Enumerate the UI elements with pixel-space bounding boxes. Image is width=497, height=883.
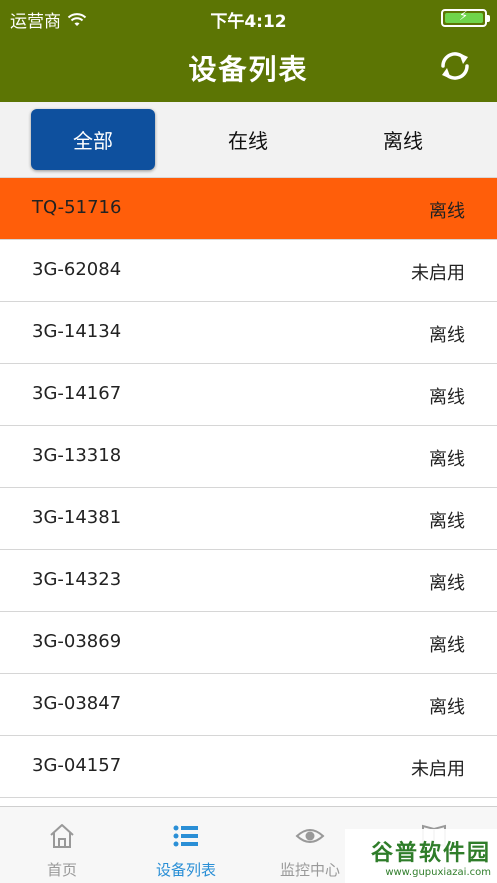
device-id: TQ-51716 (32, 197, 122, 218)
tab-label: 首页 (46, 861, 77, 879)
device-id: 3G-62084 (32, 259, 122, 280)
device-row[interactable]: 3G-13318 离线 (0, 426, 497, 488)
tab-device-list[interactable]: 设备列表 (124, 807, 248, 883)
device-row[interactable]: 3G-04157 未启用 (0, 736, 497, 798)
device-row[interactable]: 3G-14381 离线 (0, 488, 497, 550)
tab-home[interactable]: 首页 (0, 807, 124, 883)
device-status: 离线 (429, 511, 465, 532)
device-status: 离线 (429, 387, 465, 408)
device-id: 3G-03847 (32, 693, 122, 714)
device-status: 离线 (429, 201, 465, 222)
device-row[interactable]: 3G-03847 离线 (0, 674, 497, 736)
segment-online[interactable]: 在线 (186, 109, 310, 170)
site-watermark: 谷普软件园 www.gupuxiazai.com (345, 829, 497, 883)
page-title: 设备列表 (188, 53, 309, 86)
status-bar: 运营商 下午4:12 ⚡ (0, 0, 497, 34)
charging-bolt-icon: ⚡ (459, 9, 469, 24)
eye-icon (295, 829, 325, 843)
device-row[interactable]: 3G-14323 离线 (0, 550, 497, 612)
device-status: 未启用 (411, 263, 465, 284)
filter-segment: 全部 在线 离线 (0, 102, 497, 178)
home-icon (50, 824, 74, 848)
tab-bar: 首页 设备列表 监控中心 谷普软件园 www.gupuxiazai.com (0, 806, 497, 883)
device-list: TQ-51716 离线 3G-62084 未启用 3G-14134 离线 3G-… (0, 178, 497, 806)
device-id: 3G-13318 (32, 445, 122, 466)
device-row[interactable]: 3G-62084 未启用 (0, 240, 497, 302)
device-status: 离线 (429, 697, 465, 718)
refresh-icon[interactable] (437, 48, 473, 84)
segment-all[interactable]: 全部 (31, 109, 155, 170)
navigation-bar: 设备列表 (0, 34, 497, 102)
device-status: 未启用 (411, 759, 465, 780)
device-status: 离线 (429, 449, 465, 470)
watermark-url: www.gupuxiazai.com (385, 866, 491, 878)
device-status: 离线 (429, 635, 465, 656)
segment-offline[interactable]: 离线 (341, 109, 465, 170)
device-status: 离线 (429, 325, 465, 346)
device-row[interactable]: 3G-14167 离线 (0, 364, 497, 426)
device-id: 3G-14134 (32, 321, 122, 342)
watermark-title: 谷普软件园 (370, 840, 491, 866)
device-id: 3G-14323 (32, 569, 122, 590)
device-id: 3G-04157 (32, 755, 122, 776)
device-id: 3G-14167 (32, 383, 122, 404)
clock: 下午4:12 (210, 12, 287, 32)
device-row[interactable]: TQ-51716 离线 (0, 178, 497, 240)
tab-label: 设备列表 (155, 861, 216, 879)
device-id: 3G-14381 (32, 507, 122, 528)
device-row[interactable]: 3G-14134 离线 (0, 302, 497, 364)
device-status: 离线 (429, 573, 465, 594)
list-icon (173, 825, 198, 847)
battery-icon: ⚡ (441, 9, 490, 27)
device-row[interactable]: 3G-03869 离线 (0, 612, 497, 674)
device-id: 3G-03869 (32, 631, 122, 652)
